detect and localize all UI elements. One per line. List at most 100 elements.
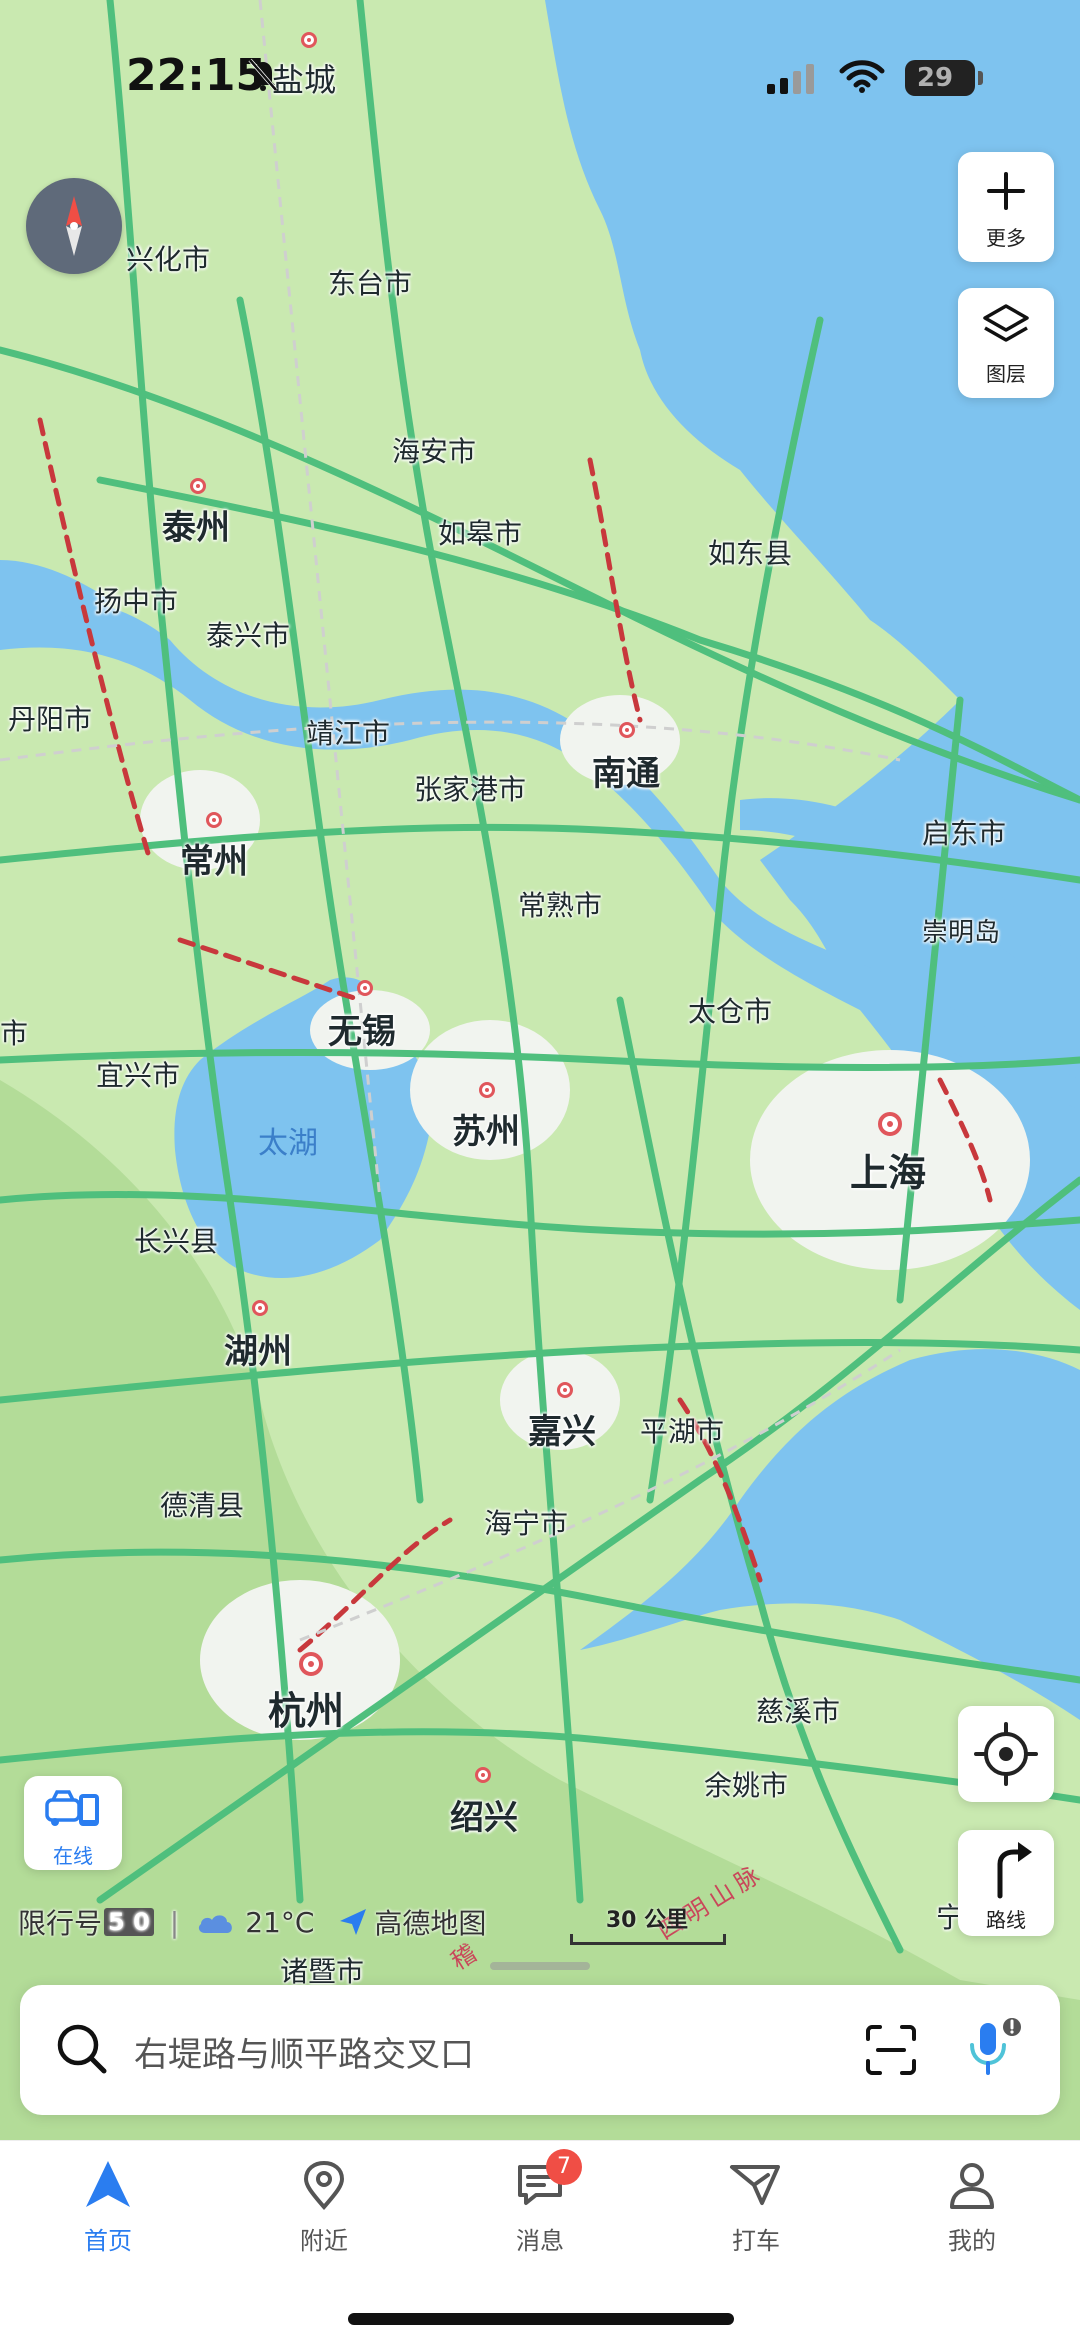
city-dot-shanghai — [878, 1112, 902, 1136]
tab-label: 我的 — [948, 2227, 996, 2255]
battery-level: 29 — [916, 63, 954, 93]
signal-icon — [767, 64, 814, 94]
search-bar[interactable]: 右堤路与顺平路交叉口 — [20, 1985, 1060, 2115]
more-button[interactable]: 更多 — [958, 152, 1054, 262]
place-label: 宜兴市 — [96, 1059, 181, 1092]
navigation-arrow-icon — [86, 2161, 130, 2207]
battery-tip — [978, 71, 983, 85]
voice-mic-icon[interactable] — [960, 2015, 1024, 2081]
place-label: 常熟市 — [518, 889, 603, 922]
map-footer: 限行号 5 0 | 21°C 高德地图 — [18, 1900, 486, 1944]
place-label: 如皋市 — [438, 517, 523, 550]
place-label: 东台市 — [328, 267, 413, 300]
tab-me[interactable]: 我的 — [912, 2159, 1032, 2256]
place-label: 嘉兴 — [528, 1412, 596, 1452]
route-arrow-icon — [997, 1842, 1032, 1899]
location-pin-icon — [303, 2160, 345, 2211]
place-label: 余姚市 — [704, 1769, 789, 1802]
taxi-flag-icon — [730, 2165, 780, 2205]
place-label: 无锡 — [328, 1012, 396, 1052]
search-icon — [57, 2024, 107, 2074]
map-provider: 高德地图 — [374, 1907, 487, 1940]
wifi-icon — [839, 60, 885, 93]
place-label: 南通 — [592, 754, 660, 794]
bell-off-icon — [248, 58, 278, 92]
lake-label: 太湖 — [258, 1126, 318, 1161]
home-indicator — [348, 2313, 734, 2325]
route-button[interactable]: 路线 — [958, 1830, 1054, 1936]
place-label: 绍兴 — [450, 1798, 518, 1838]
city-dot — [190, 478, 206, 494]
divider: | — [169, 1905, 180, 1939]
place-label: 崇明岛 — [922, 918, 1001, 948]
tab-nearby[interactable]: 附近 — [264, 2159, 384, 2256]
place-label: 扬中市 — [94, 585, 179, 618]
route-label: 路线 — [986, 1908, 1026, 1932]
place-label: 上海 — [850, 1151, 927, 1195]
cloud-icon — [199, 1915, 233, 1933]
layers-button[interactable]: 图层 — [958, 288, 1054, 398]
place-label: 海安市 — [392, 435, 477, 468]
city-dot — [479, 1082, 495, 1098]
place-label: 平湖市 — [640, 1415, 725, 1448]
place-label: 如东县 — [708, 537, 793, 570]
crosshair-icon — [974, 1722, 1038, 1786]
message-badge: 7 — [546, 2149, 582, 2185]
tab-taxi[interactable]: 打车 — [696, 2159, 816, 2256]
map-canvas[interactable]: 盐城 兴化市 东台市 海安市 泰州 如皋市 如东县 扬中市 泰兴市 丹阳市 靖江… — [0, 0, 1080, 2140]
search-input[interactable]: 右堤路与顺平路交叉口 — [134, 2027, 474, 2076]
layers-icon — [983, 304, 1029, 342]
city-dot — [557, 1382, 573, 1398]
city-dot — [475, 1767, 491, 1783]
city-dot-hangzhou — [299, 1652, 323, 1676]
compass-icon — [66, 196, 82, 256]
plus-icon — [987, 172, 1025, 210]
layers-label: 图层 — [986, 362, 1026, 386]
place-label: 张家港市 — [414, 773, 527, 806]
place-label: 苏州 — [452, 1112, 520, 1152]
city-dot — [619, 722, 635, 738]
place-label: 海宁市 — [484, 1507, 569, 1540]
place-label: 杭州 — [268, 1689, 345, 1733]
place-label: 湖州 — [224, 1332, 292, 1372]
place-label: 兴化市 — [126, 243, 211, 276]
battery-icon: 29 — [905, 60, 975, 96]
scan-icon[interactable] — [864, 2023, 918, 2077]
scale-bar — [570, 1934, 726, 1945]
tab-messages[interactable]: 7 消息 — [480, 2149, 600, 2256]
place-label: 靖江市 — [306, 717, 391, 750]
tab-label: 消息 — [516, 2227, 564, 2255]
place-label: 启东市 — [922, 817, 1007, 850]
tab-label: 打车 — [732, 2227, 780, 2255]
city-dot — [206, 812, 222, 828]
restriction-plates: 5 0 — [104, 1908, 154, 1936]
status-bar: 22:15 29 — [0, 0, 1080, 150]
tab-home[interactable]: 首页 — [48, 2159, 168, 2256]
online-car-button[interactable]: 在线 — [24, 1776, 122, 1870]
status-time: 22:15 — [126, 50, 267, 101]
compass-button[interactable] — [26, 178, 122, 274]
temperature: 21°C — [245, 1905, 315, 1939]
place-label: 德清县 — [160, 1489, 245, 1522]
amap-logo-icon — [340, 1909, 367, 1935]
more-label: 更多 — [986, 226, 1026, 250]
place-label: 慈溪市 — [756, 1695, 841, 1728]
place-label: 太仓市 — [688, 995, 773, 1028]
locate-button[interactable] — [958, 1706, 1054, 1802]
restriction-label: 限行号 — [18, 1907, 103, 1940]
place-label: 诸暨市 — [280, 1955, 365, 1988]
place-label: 丹阳市 — [8, 703, 93, 736]
car-phone-icon — [45, 1790, 99, 1826]
sheet-handle[interactable] — [490, 1962, 590, 1970]
place-label: 泰兴市 — [206, 619, 291, 652]
scale-label: 30 公里 — [605, 1908, 689, 1933]
place-label: 长兴县 — [134, 1225, 219, 1258]
city-dot — [357, 980, 373, 996]
online-label: 在线 — [53, 1844, 93, 1868]
person-icon — [950, 2163, 994, 2209]
city-dot — [252, 1300, 268, 1316]
place-label: 常州 — [180, 842, 248, 882]
place-label: 市 — [0, 1017, 29, 1050]
tab-label: 附近 — [300, 2227, 348, 2255]
place-label: 泰州 — [162, 508, 230, 548]
